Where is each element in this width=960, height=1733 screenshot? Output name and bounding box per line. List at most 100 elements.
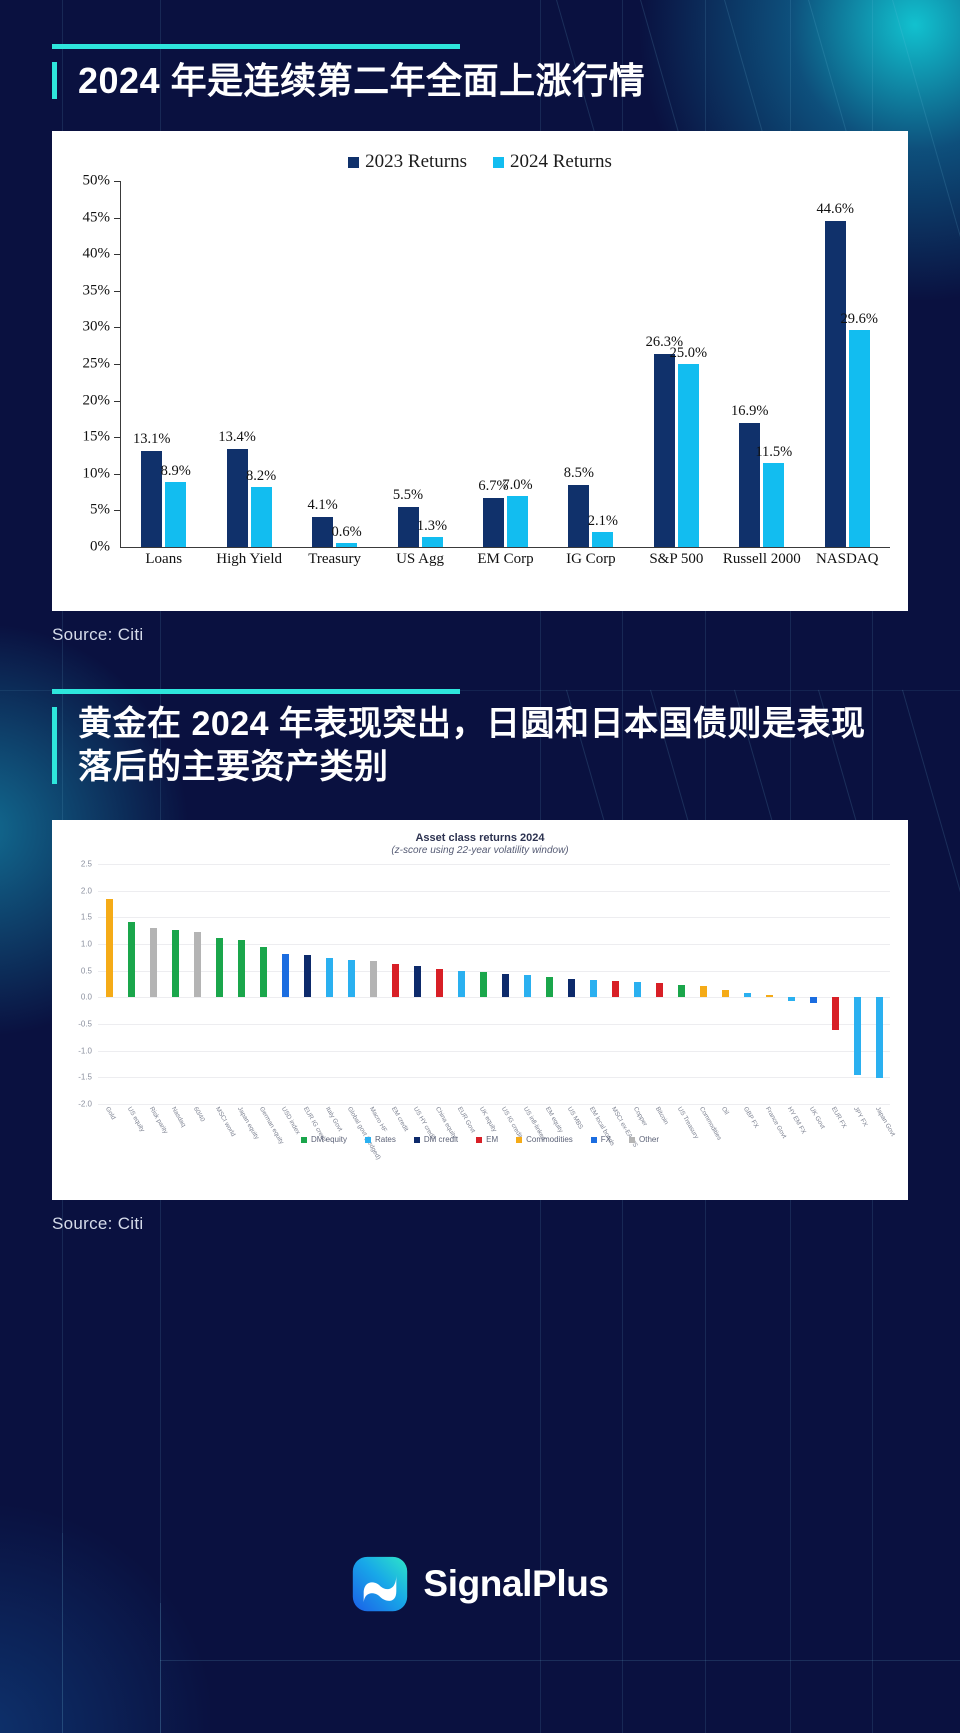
chart1-bar[interactable]: 11.5% xyxy=(755,444,792,547)
chart2-bar[interactable] xyxy=(545,977,553,998)
chart1-bar[interactable]: 8.9% xyxy=(161,463,191,547)
chart2-bar[interactable] xyxy=(391,964,399,998)
chart1-bar[interactable]: 4.1% xyxy=(307,497,338,547)
chart2-bar[interactable] xyxy=(171,930,179,998)
chart1-bar-value-label: 11.5% xyxy=(755,443,793,460)
chart1-legend: 2023 Returns 2024 Returns xyxy=(62,151,898,173)
chart2-bar[interactable] xyxy=(699,985,707,998)
chart2-bar-slot: UK equity xyxy=(472,864,498,1133)
chart1-bar[interactable]: 1.3% xyxy=(417,518,447,547)
chart2-legend-item[interactable]: DM credit xyxy=(413,1135,458,1144)
chart2-y-tick-label: 0.5 xyxy=(80,966,92,976)
chart1-bar-value-label: 13.1% xyxy=(132,431,171,448)
chart2-bar[interactable] xyxy=(831,997,839,1031)
chart1-bar[interactable]: 29.6% xyxy=(840,311,878,547)
chart2-bar[interactable] xyxy=(567,979,575,998)
chart2-bar[interactable] xyxy=(721,989,729,998)
chart2-bar[interactable] xyxy=(853,997,861,1075)
chart2-category-label: Oil xyxy=(719,1105,730,1116)
chart2-bar[interactable] xyxy=(765,995,773,998)
chart2-bar[interactable] xyxy=(457,970,465,998)
chart2-legend-item[interactable]: DM equity xyxy=(300,1135,347,1144)
chart1-category-label: NASDAQ xyxy=(815,551,879,567)
chart1-category-label: Treasury xyxy=(308,551,361,567)
legend-item-2023-returns[interactable]: 2023 Returns xyxy=(348,151,467,173)
chart2-bar[interactable] xyxy=(127,921,135,998)
chart2-bar[interactable] xyxy=(523,975,531,998)
chart2-bar[interactable] xyxy=(325,957,333,998)
chart2-gridline xyxy=(98,1104,890,1105)
chart2-legend-label: FX xyxy=(600,1135,612,1144)
legend-item-2024-returns[interactable]: 2024 Returns xyxy=(493,151,612,173)
chart2-bar[interactable] xyxy=(413,966,421,998)
chart1-bar[interactable]: 5.5% xyxy=(393,487,423,547)
chart2-bar[interactable] xyxy=(369,961,377,998)
chart2-bar[interactable] xyxy=(809,997,817,1004)
chart1-bar[interactable]: 13.1% xyxy=(133,431,170,547)
chart2-bar[interactable] xyxy=(281,953,289,998)
page-title-2: 黄金在 2024 年表现突出，日圆和日本国债则是表现落后的主要资产类别 xyxy=(78,705,866,786)
chart1-bar[interactable]: 25.0% xyxy=(670,345,707,547)
chart2-bar-slot: US HY credit xyxy=(406,864,436,1141)
chart2-bar-slot: MSCI ex-EA US xyxy=(604,864,639,1149)
chart1-bar-value-label: 13.4% xyxy=(218,428,256,445)
chart2-bar[interactable] xyxy=(875,997,883,1079)
chart1-bar[interactable]: 2.1% xyxy=(588,513,618,547)
chart2-legend-item[interactable]: Other xyxy=(629,1135,659,1144)
chart2-bar-slot: US equity xyxy=(120,864,146,1133)
chart2-bar-slot: UK Govt xyxy=(802,864,826,1130)
chart2-bar-slot: GBP FX xyxy=(736,864,760,1129)
chart1-bar[interactable]: 13.4% xyxy=(218,429,256,547)
chart1-y-tick-label: 50% xyxy=(82,172,111,189)
chart1-bar-value-label: 25.0% xyxy=(669,345,708,361)
chart1-axis-line-horizontal xyxy=(120,547,890,548)
chart2-bar-slot: EUR FX xyxy=(824,864,848,1130)
chart2-bar[interactable] xyxy=(611,981,619,998)
chart2-legend-label: Rates xyxy=(374,1135,396,1144)
chart2-legend-item[interactable]: Commodities xyxy=(516,1135,573,1144)
chart2-category-label: Copper xyxy=(631,1105,649,1128)
chart1-y-tick-label: 5% xyxy=(90,501,110,518)
chart1-bar[interactable]: 0.6% xyxy=(331,524,362,547)
chart2-bar[interactable] xyxy=(193,932,201,998)
chart2-bar[interactable] xyxy=(105,898,113,998)
chart2-bar[interactable] xyxy=(655,983,663,998)
chart2-legend-item[interactable]: Rates xyxy=(364,1135,396,1144)
chart1-category-label: Loans xyxy=(145,551,183,567)
chart1-bar[interactable]: 6.7% xyxy=(478,478,509,547)
chart2-bar[interactable] xyxy=(215,937,223,998)
chart2-bar[interactable] xyxy=(149,928,157,998)
chart1-y-tick-label: 10% xyxy=(82,465,111,482)
chart2-bar[interactable] xyxy=(633,982,641,998)
chart2-bar[interactable] xyxy=(237,939,245,998)
chart2-legend-swatch xyxy=(629,1136,636,1143)
chart2-legend-item[interactable]: EM xyxy=(476,1135,498,1144)
chart2-bar-slot: EM credit xyxy=(384,864,410,1133)
chart2-bar[interactable] xyxy=(743,992,751,998)
chart1-bar[interactable]: 16.9% xyxy=(731,403,769,547)
chart2-bar[interactable] xyxy=(677,984,685,998)
chart2-bar[interactable] xyxy=(347,960,355,998)
chart1-bar[interactable]: 7.0% xyxy=(502,477,533,547)
chart1-bar[interactable]: 8.2% xyxy=(246,468,276,547)
chart1-bar[interactable]: 8.5% xyxy=(564,465,594,547)
chart2-bar[interactable] xyxy=(303,955,311,998)
legend-label-2023: 2023 Returns xyxy=(365,151,467,172)
chart2-bar-slot: MSCI world xyxy=(208,864,237,1138)
chart2-bar[interactable] xyxy=(259,946,267,998)
chart2-bar[interactable] xyxy=(501,973,509,998)
footer: SignalPlus xyxy=(0,1493,960,1733)
chart2-bar[interactable] xyxy=(787,997,795,1001)
chart1-bar-value-label: 16.9% xyxy=(731,403,769,420)
chart2-bar[interactable] xyxy=(435,968,443,998)
chart1-y-tick-label: 0% xyxy=(90,538,110,555)
chart2-y-tick-label: -2.0 xyxy=(78,1099,92,1109)
chart2-bar[interactable] xyxy=(479,972,487,998)
chart2-y-tick-label: -1.0 xyxy=(78,1046,92,1056)
chart1-bar[interactable]: 26.3% xyxy=(646,334,683,547)
chart1-category-label: EM Corp xyxy=(477,551,534,567)
chart1-bar[interactable]: 44.6% xyxy=(816,201,854,547)
page-title-1: 2024 年是连续第二年全面上涨行情 xyxy=(78,60,646,101)
chart2-legend-item[interactable]: FX xyxy=(590,1135,612,1144)
chart2-bar[interactable] xyxy=(589,980,597,998)
